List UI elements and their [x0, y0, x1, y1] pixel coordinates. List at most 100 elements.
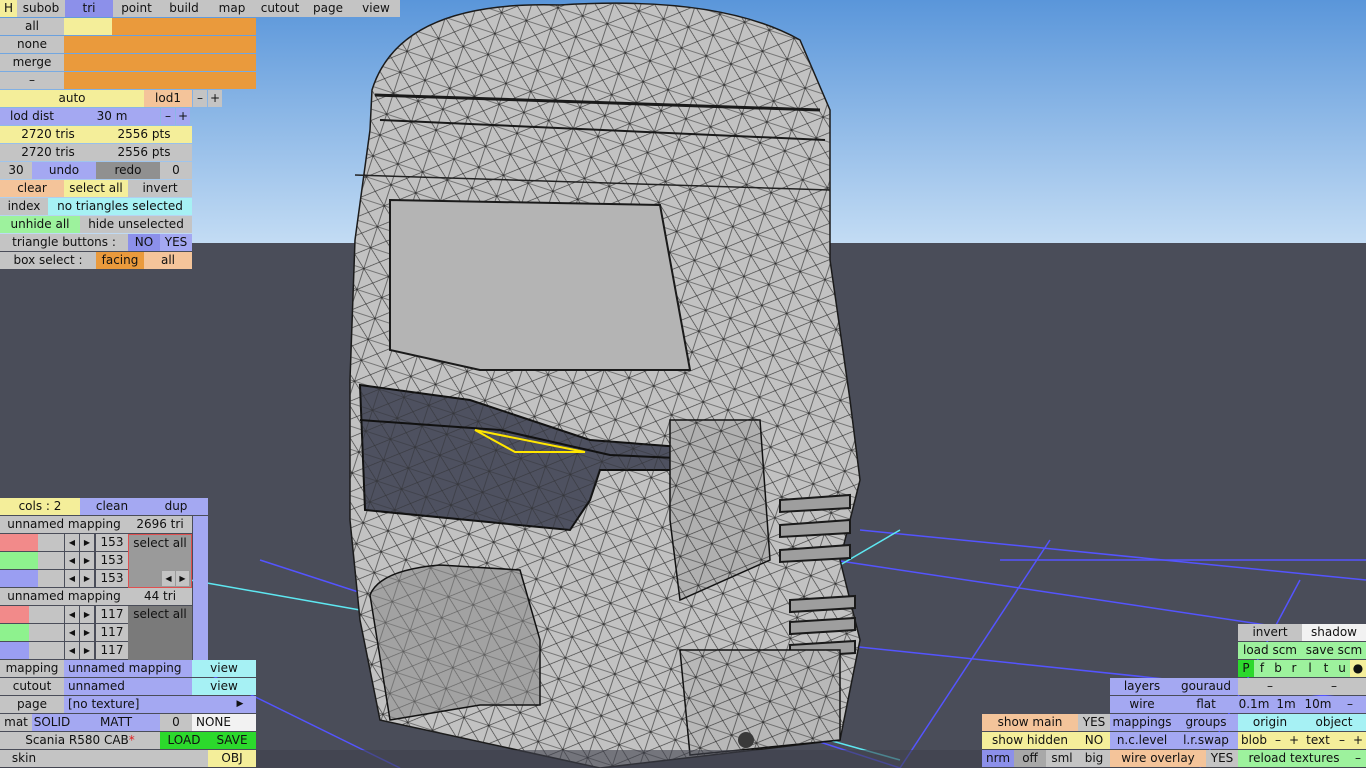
red-slider[interactable] [0, 606, 64, 623]
box-select-facing[interactable]: facing [96, 252, 144, 269]
blob-minus-button[interactable]: – [1270, 732, 1286, 749]
lod-minus-button[interactable]: – [193, 90, 207, 107]
sel-cell[interactable] [160, 36, 208, 53]
left-arrow-icon[interactable]: ◀ [65, 552, 79, 569]
hide-unselected-button[interactable]: hide unselected [80, 216, 192, 233]
tab-page[interactable]: page [304, 0, 352, 17]
flag-f[interactable]: f [1254, 660, 1270, 677]
dist-01m-button[interactable]: 0.1m [1238, 696, 1270, 713]
right-arrow-icon[interactable]: ▶ [80, 606, 94, 623]
sel-cell[interactable] [160, 54, 208, 71]
dup-button[interactable]: dup [144, 498, 208, 515]
object-name[interactable]: Scania R580 CAB* [0, 732, 160, 749]
flag-p[interactable]: P [1238, 660, 1254, 677]
merge-button[interactable]: merge [0, 54, 64, 71]
skin-field[interactable] [48, 750, 208, 767]
left-arrow-icon[interactable]: ◀ [65, 534, 79, 551]
green-slider[interactable] [0, 624, 64, 641]
dot-icon[interactable]: ● [1350, 660, 1366, 677]
sel-cell[interactable] [64, 72, 112, 89]
dist-minus-button[interactable]: – [1334, 696, 1366, 713]
red-slider[interactable] [0, 534, 64, 551]
box-select-all[interactable]: all [144, 252, 192, 269]
text-minus-button[interactable]: – [1334, 732, 1350, 749]
blue-slider[interactable] [0, 570, 64, 587]
left-arrow-icon[interactable]: ◀ [65, 606, 79, 623]
sel-cell[interactable] [208, 36, 256, 53]
object-button[interactable]: object [1302, 714, 1366, 731]
mapping-name[interactable]: unnamed mapping [0, 588, 128, 605]
left-arrow-icon[interactable]: ◀ [65, 642, 79, 659]
select-all-tri-button[interactable]: select all [64, 180, 128, 197]
flag-r[interactable]: r [1286, 660, 1302, 677]
mapping-field[interactable]: unnamed mapping [64, 660, 192, 677]
blue-slider[interactable] [0, 642, 64, 659]
sel-cell[interactable] [64, 18, 112, 35]
lod-level[interactable]: lod1 [144, 90, 192, 107]
flag-l[interactable]: l [1302, 660, 1318, 677]
triangle-buttons-yes[interactable]: YES [160, 234, 192, 251]
unhide-all-button[interactable]: unhide all [0, 216, 80, 233]
left-arrow-icon[interactable]: ◀ [65, 570, 79, 587]
lod-plus-button[interactable]: + [208, 90, 222, 107]
sel-cell[interactable] [208, 72, 256, 89]
flag-u[interactable]: u [1334, 660, 1350, 677]
nc-level-button[interactable]: n.c.level [1110, 732, 1174, 749]
show-main-button[interactable]: show main [982, 714, 1078, 731]
mapping-view-button[interactable]: view [192, 660, 256, 677]
tab-map[interactable]: map [208, 0, 256, 17]
tab-point[interactable]: point [113, 0, 160, 17]
save-scm-button[interactable]: save scm [1302, 642, 1366, 659]
select-all-button[interactable]: all [0, 18, 64, 35]
matt-button[interactable]: MATT [72, 714, 160, 731]
tab-tri[interactable]: tri [65, 0, 113, 17]
clear-button[interactable]: clear [0, 180, 64, 197]
mapping-name[interactable]: unnamed mapping [0, 516, 128, 533]
dist-1m-button[interactable]: 1m [1270, 696, 1302, 713]
reload-minus-button[interactable]: – [1350, 750, 1366, 767]
dash-button[interactable]: – [1238, 678, 1302, 695]
sel-cell[interactable] [160, 72, 208, 89]
triangle-buttons-no[interactable]: NO [128, 234, 160, 251]
show-main-yes[interactable]: YES [1078, 714, 1110, 731]
flag-t[interactable]: t [1318, 660, 1334, 677]
sel-cell[interactable] [112, 54, 160, 71]
mat-value[interactable]: 0 [160, 714, 192, 731]
tab-build[interactable]: build [160, 0, 208, 17]
mappings-button[interactable]: mappings [1110, 714, 1174, 731]
flag-b[interactable]: b [1270, 660, 1286, 677]
origin-button[interactable]: origin [1238, 714, 1302, 731]
show-hidden-button[interactable]: show hidden [982, 732, 1078, 749]
lod-dist-plus-button[interactable]: + [176, 108, 190, 125]
play-icon[interactable]: ▶ [224, 696, 256, 713]
invert-selection-button[interactable]: invert [128, 180, 192, 197]
sml-button[interactable]: sml [1046, 750, 1078, 767]
green-slider[interactable] [0, 552, 64, 569]
redo-button[interactable]: redo [96, 162, 160, 179]
flat-button[interactable]: flat [1174, 696, 1238, 713]
nrm-button[interactable]: nrm [982, 750, 1014, 767]
cutout-field[interactable]: unnamed [64, 678, 192, 695]
right-arrow-icon[interactable]: ▶ [80, 624, 94, 641]
help-button[interactable]: H [0, 0, 17, 17]
right-arrow-icon[interactable]: ▶ [80, 552, 94, 569]
skin-label[interactable]: skin [0, 750, 48, 767]
reload-textures-button[interactable]: reload textures [1238, 750, 1350, 767]
obj-button[interactable]: OBJ [208, 750, 256, 767]
mat-none-field[interactable]: NONE [192, 714, 256, 731]
left-arrow-icon[interactable]: ◀ [162, 571, 175, 586]
cols-label[interactable]: cols : 2 [0, 498, 80, 515]
dash-button[interactable]: – [0, 72, 64, 89]
sel-cell[interactable] [64, 36, 112, 53]
tab-subob[interactable]: subob [17, 0, 65, 17]
solid-button[interactable]: SOLID [32, 714, 72, 731]
page-field[interactable]: [no texture] [64, 696, 224, 713]
off-button[interactable]: off [1014, 750, 1046, 767]
shadow-button[interactable]: shadow [1302, 624, 1366, 641]
undo-button[interactable]: undo [32, 162, 96, 179]
big-button[interactable]: big [1078, 750, 1110, 767]
tab-cutout[interactable]: cutout [256, 0, 304, 17]
gouraud-button[interactable]: gouraud [1174, 678, 1238, 695]
load-button[interactable]: LOAD [160, 732, 208, 749]
lod-dist-minus-button[interactable]: – [161, 108, 175, 125]
